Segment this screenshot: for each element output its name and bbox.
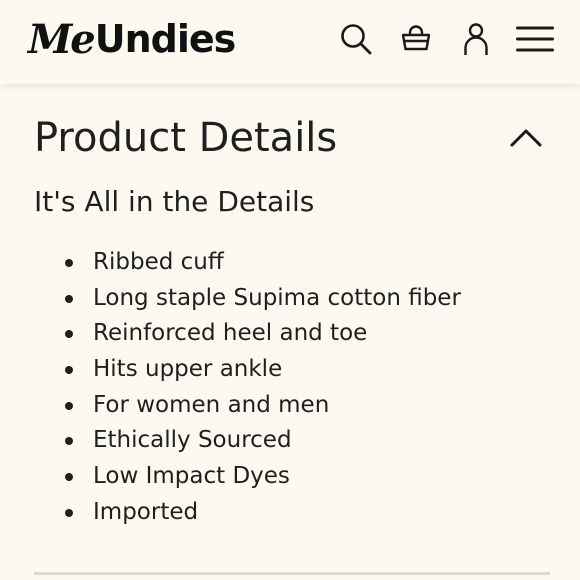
search-icon (341, 24, 372, 55)
list-item: Hits upper ankle (58, 351, 461, 387)
shopping-bag-icon (401, 25, 431, 51)
list-item: Long staple Supima cotton fiber (58, 280, 461, 316)
logo-me-text: Me (28, 15, 96, 63)
list-item: Low Impact Dyes (58, 458, 461, 494)
collapse-toggle-button[interactable] (506, 120, 546, 156)
search-button[interactable] (338, 20, 374, 58)
user-icon (464, 23, 488, 55)
product-details-section: Product Details It's All in the Details … (0, 84, 580, 580)
list-item: Imported (58, 494, 461, 530)
list-item: Reinforced heel and toe (58, 315, 461, 351)
details-subheading: It's All in the Details (34, 185, 315, 218)
section-divider (34, 572, 550, 575)
meundies-logo[interactable]: Me Undies (28, 14, 237, 64)
cart-button[interactable] (398, 20, 434, 58)
list-item: Ribbed cuff (58, 244, 461, 280)
menu-button[interactable] (514, 20, 556, 58)
list-item: For women and men (58, 387, 461, 423)
account-button[interactable] (458, 20, 494, 58)
hamburger-menu-icon (516, 26, 554, 52)
section-title[interactable]: Product Details (34, 114, 337, 162)
list-item: Ethically Sourced (58, 422, 461, 458)
site-header: Me Undies (0, 0, 580, 84)
logo-undies-text: Undies (94, 17, 237, 61)
details-list: Ribbed cuff Long staple Supima cotton fi… (58, 244, 461, 530)
chevron-up-icon (510, 129, 542, 147)
